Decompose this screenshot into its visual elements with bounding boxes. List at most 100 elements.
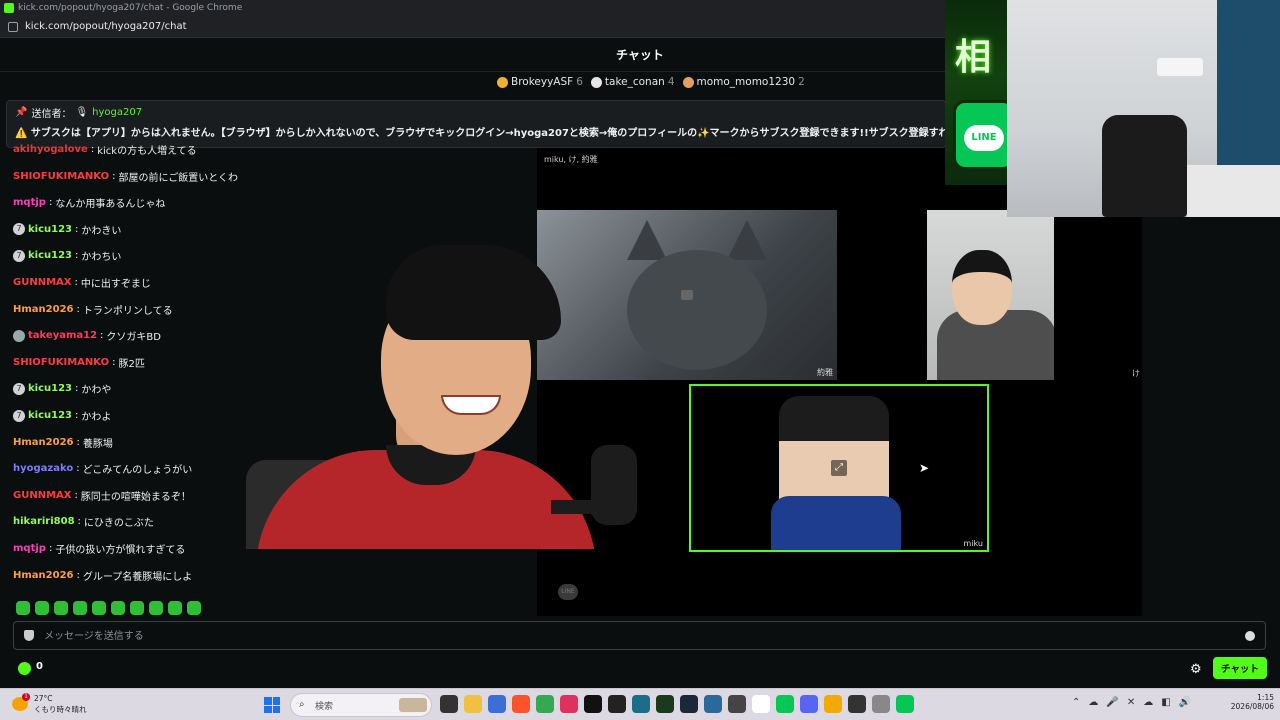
chat-message[interactable]: Hman2026: グループ名養豚場にしよ — [13, 568, 192, 583]
chat-username[interactable]: takeyama12 — [28, 330, 97, 341]
chat-message[interactable]: hikariri808: にひきのこぶた — [13, 514, 154, 529]
task-view-icon[interactable] — [440, 695, 458, 713]
chat-username[interactable]: Hman2026 — [13, 437, 74, 448]
line-icon[interactable] — [776, 695, 794, 713]
search-highlight-icon — [399, 698, 427, 712]
chat-username[interactable]: kicu123 — [28, 250, 72, 261]
app-icon[interactable] — [560, 695, 578, 713]
leader-item[interactable]: take_conan 4 — [590, 74, 675, 90]
chat-username[interactable]: hyogazako — [13, 463, 73, 474]
file-explorer-icon[interactable] — [464, 695, 482, 713]
emote-icon[interactable] — [73, 601, 87, 615]
gear-icon[interactable]: ⚙ — [1190, 662, 1202, 677]
url-text[interactable]: kick.com/popout/hyoga207/chat — [25, 21, 187, 32]
expand-icon[interactable]: ⤢ — [831, 460, 847, 476]
streamer-hair — [386, 245, 561, 340]
chat-username[interactable]: SHIOFUKIMANKO — [13, 357, 109, 368]
channel-points-icon[interactable] — [18, 662, 31, 675]
emote-icon[interactable] — [187, 601, 201, 615]
settings-icon[interactable] — [872, 695, 890, 713]
chat-username[interactable]: hikariri808 — [13, 516, 75, 527]
chat-username[interactable]: GUNNMAX — [13, 490, 71, 501]
chat-message[interactable]: GUNNMAX: 中に出すぞまじ — [13, 275, 151, 290]
chat-username[interactable]: GUNNMAX — [13, 277, 71, 288]
chat-message[interactable]: Hman2026: トランポリンしてる — [13, 302, 173, 317]
chat-input[interactable] — [44, 625, 1224, 647]
brave-icon[interactable] — [512, 695, 530, 713]
pinned-message[interactable]: 📌 送信者： 🎙 hyoga207 ⚠️ サブスクは【アプリ】からは入れません。… — [6, 100, 946, 148]
cat-ear — [727, 220, 767, 260]
emote-icon[interactable] — [149, 601, 163, 615]
emote-icon[interactable] — [92, 601, 106, 615]
windows-start-icon[interactable] — [264, 697, 280, 713]
volume-icon[interactable]: 🔊 — [1179, 697, 1191, 708]
chat-username[interactable]: mqtjp — [13, 543, 46, 554]
chat-username[interactable]: kicu123 — [28, 383, 72, 394]
chat-username[interactable]: Hman2026 — [13, 570, 74, 581]
discord-icon[interactable] — [800, 695, 818, 713]
separator: : — [74, 277, 78, 288]
app-icon[interactable] — [824, 695, 842, 713]
chat-message[interactable]: 7 kicu123: かわや — [13, 381, 111, 396]
child-face — [952, 250, 1012, 325]
network-icon[interactable]: ☁ — [1088, 697, 1098, 708]
chat-username[interactable]: Hman2026 — [13, 304, 74, 315]
taskbar-search[interactable]: ⌕ 検索 — [290, 693, 432, 717]
close-icon[interactable]: ✕ — [1127, 697, 1135, 708]
chat-message[interactable]: mqtjp: 子供の扱い方が慣れすぎてる — [13, 541, 185, 556]
silver-medal-icon — [590, 76, 602, 88]
app-icon[interactable] — [656, 695, 674, 713]
steam-icon[interactable] — [680, 695, 698, 713]
chat-message[interactable]: GUNNMAX: 豚同士の喧嘩始まるぞ！ — [13, 488, 191, 503]
pinned-sender[interactable]: hyoga207 — [92, 107, 142, 118]
send-chat-button[interactable]: チャット — [1213, 657, 1267, 679]
chat-message[interactable]: Hman2026: 養豚場 — [13, 435, 113, 450]
chrome-icon[interactable] — [536, 695, 554, 713]
leader-item[interactable]: momo_momo1230 2 — [682, 74, 805, 90]
app-icon[interactable] — [752, 695, 770, 713]
chat-username[interactable]: mqtjp — [13, 197, 46, 208]
chat-username[interactable]: SHIOFUKIMANKO — [13, 171, 109, 182]
chat-message[interactable]: hyogazako: どこみてんのしょうがい — [13, 461, 192, 476]
chat-message[interactable]: 7 kicu123: かわきい — [13, 222, 121, 237]
tiktok-icon[interactable] — [584, 695, 602, 713]
chat-message[interactable]: 7 kicu123: かわちい — [13, 248, 121, 263]
chat-message[interactable]: SHIOFUKIMANKO: 部屋の前にご飯置いとくわ — [13, 169, 238, 184]
chat-message[interactable]: 7 kicu123: かわよ — [13, 408, 111, 423]
air-conditioner — [1157, 58, 1203, 76]
emote-icon[interactable] — [16, 601, 30, 615]
chat-message[interactable]: takeyama12: クソガキBD — [13, 328, 161, 343]
app-icon[interactable] — [848, 695, 866, 713]
emoji-picker-icon[interactable] — [1245, 631, 1255, 641]
chat-username[interactable]: kicu123 — [28, 224, 72, 235]
app-icon[interactable] — [632, 695, 650, 713]
emote-icon[interactable] — [130, 601, 144, 615]
chevron-up-icon[interactable]: ⌃ — [1072, 697, 1080, 708]
app-icon[interactable] — [488, 695, 506, 713]
taskbar-clock[interactable]: 1:15 2026/08/06 — [1228, 693, 1274, 711]
emote-icon[interactable] — [54, 601, 68, 615]
obs-icon[interactable] — [728, 695, 746, 713]
emote-icon[interactable] — [168, 601, 182, 615]
separator: : — [112, 170, 116, 182]
wifi-icon[interactable]: ◧ — [1161, 697, 1170, 708]
app-icon[interactable] — [608, 695, 626, 713]
leader-item[interactable]: BrokeyyASF 6 — [497, 74, 583, 90]
video-tile-active[interactable]: ⤢ miku — [689, 384, 989, 552]
line-icon[interactable] — [896, 695, 914, 713]
chat-message[interactable]: SHIOFUKIMANKO: 豚2匹 — [13, 355, 145, 370]
microphone-icon[interactable]: 🎤 — [1106, 697, 1118, 708]
chat-message[interactable]: akihyogalove: kickの方も人増えてる — [13, 142, 197, 157]
chat-message[interactable]: mqtjp: なんか用事あるんじゃね — [13, 195, 165, 210]
shield-icon[interactable] — [24, 630, 34, 641]
emote-icon[interactable] — [35, 601, 49, 615]
video-tile-child[interactable] — [927, 210, 1054, 380]
chat-username[interactable]: kicu123 — [28, 410, 72, 421]
onedrive-icon[interactable]: ☁ — [1143, 697, 1153, 708]
emote-icon[interactable] — [111, 601, 125, 615]
app-icon[interactable] — [704, 695, 722, 713]
windows-taskbar: 1 27°C くもり時々晴れ ⌕ 検索 ⌃ ☁ 🎤 ✕ ☁ ◧ 🔊 1:15 2… — [0, 688, 1280, 720]
leader-count: 6 — [576, 76, 583, 88]
chat-username[interactable]: akihyogalove — [13, 144, 88, 155]
site-info-icon[interactable] — [8, 22, 18, 32]
